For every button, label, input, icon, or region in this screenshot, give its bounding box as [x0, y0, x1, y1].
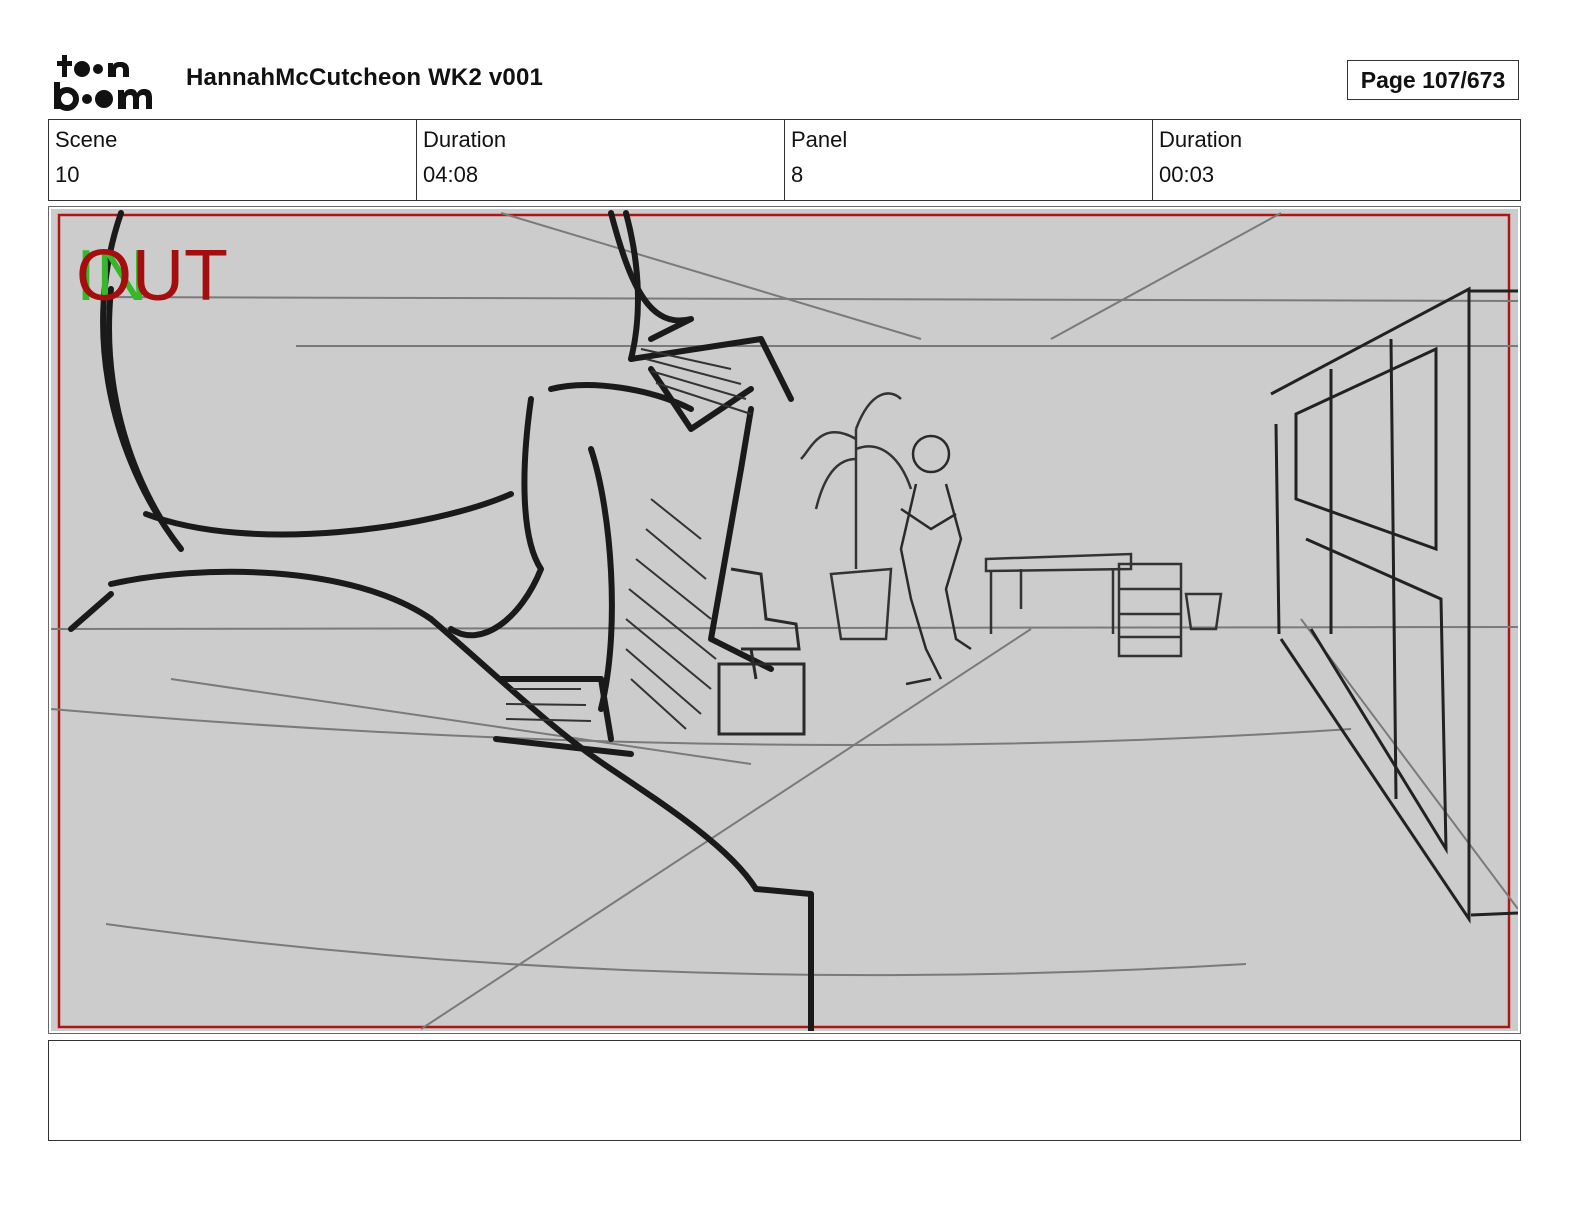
toon-boom-logo	[52, 52, 164, 112]
panel-value: 8	[791, 162, 804, 187]
scene-cell: Scene 10	[49, 120, 417, 200]
scene-duration-cell: Duration 04:08	[417, 120, 785, 200]
out-label: OUT	[76, 236, 228, 316]
panel-duration-value: 00:03	[1159, 162, 1215, 187]
scene-label: Scene	[55, 127, 118, 152]
scene-info-table: Scene 10 Duration 04:08 Panel 8 Duration…	[48, 119, 1521, 201]
storyboard-panel	[48, 206, 1521, 1034]
scene-duration-label: Duration	[423, 127, 507, 152]
scene-value: 10	[55, 162, 80, 187]
document-title: HannahMcCutcheon WK2 v001	[186, 64, 544, 91]
panel-label: Panel	[791, 127, 848, 152]
panel-duration-cell: Duration 00:03	[1153, 120, 1520, 200]
page-indicator: Page 107/673	[1347, 60, 1519, 100]
panel-duration-label: Duration	[1159, 127, 1243, 152]
notes-box	[48, 1040, 1521, 1141]
scene-duration-value: 04:08	[423, 162, 479, 187]
panel-cell: Panel 8	[785, 120, 1153, 200]
panel-sketch	[51, 209, 1518, 1031]
